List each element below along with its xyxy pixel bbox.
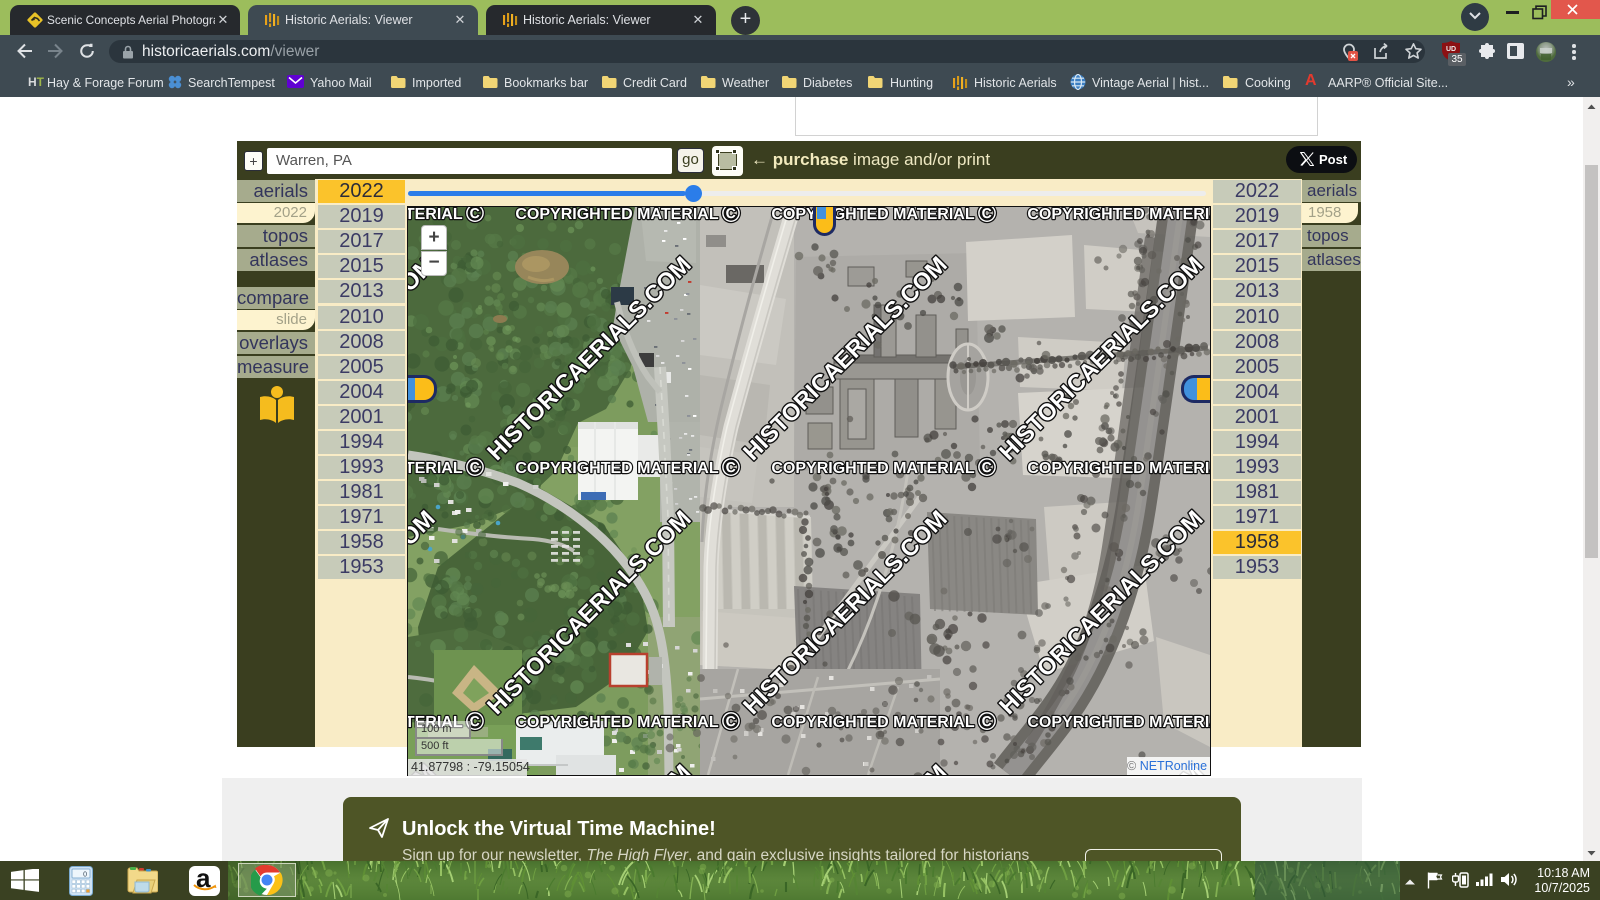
svg-text:©: ©	[466, 454, 485, 482]
svg-text:COPYRIGHTED MATERIAL: COPYRIGHTED MATERIAL	[515, 207, 718, 223]
svg-text:COPYRIGHTED MATERIAL: COPYRIGHTED MATERIAL	[1027, 460, 1210, 477]
svg-text:©: ©	[722, 207, 741, 228]
svg-text:COPYRIGHTED MATERIAL: COPYRIGHTED MATERIAL	[408, 460, 463, 477]
svg-text:©: ©	[978, 207, 997, 228]
svg-text:COPYRIGHTED MATERIAL: COPYRIGHTED MATERIAL	[515, 460, 718, 477]
svg-text:UD: UD	[1446, 46, 1456, 53]
svg-text:COPYRIGHTED MATERIAL: COPYRIGHTED MATERIAL	[771, 207, 974, 223]
svg-text:0: 0	[83, 872, 87, 879]
svg-text:COPYRIGHTED MATERIAL: COPYRIGHTED MATERIAL	[515, 714, 718, 731]
svg-text:COPYRIGHTED MATERIAL: COPYRIGHTED MATERIAL	[1027, 207, 1210, 223]
svg-text:COPYRIGHTED MATERIAL: COPYRIGHTED MATERIAL	[771, 714, 974, 731]
svg-text:©: ©	[978, 708, 997, 736]
svg-text:©: ©	[978, 454, 997, 482]
svg-text:COPYRIGHTED MATERIAL: COPYRIGHTED MATERIAL	[771, 460, 974, 477]
svg-text:©: ©	[722, 454, 741, 482]
svg-text:©: ©	[466, 207, 485, 228]
svg-text:COPYRIGHTED MATERIAL: COPYRIGHTED MATERIAL	[1027, 714, 1210, 731]
svg-text:COPYRIGHTED MATERIAL: COPYRIGHTED MATERIAL	[408, 207, 463, 223]
svg-text:©: ©	[722, 708, 741, 736]
